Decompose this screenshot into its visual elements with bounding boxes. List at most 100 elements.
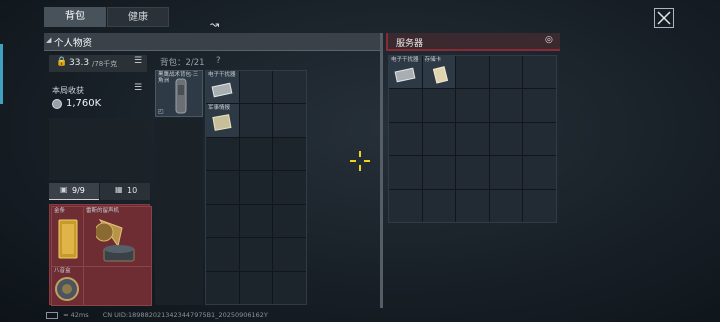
music-box-icon (55, 277, 79, 301)
gramophone-label: 雷斯的留声机 (86, 208, 120, 214)
briefcase-icon: ▣ (60, 185, 68, 194)
server-cell[interactable] (422, 156, 456, 189)
server-cell[interactable] (422, 89, 456, 122)
backpack-label: 背包：2/21 (160, 58, 205, 68)
backpack-cell[interactable] (239, 204, 273, 238)
backpack-cell[interactable] (273, 271, 306, 304)
server-cell[interactable] (523, 189, 556, 222)
server-cell[interactable] (456, 89, 489, 122)
backpack-cell[interactable] (239, 137, 273, 171)
music-box-item[interactable]: 八音盒 (51, 266, 84, 306)
server-cell[interactable] (422, 189, 456, 222)
weight-list-icon[interactable]: ☰ (134, 56, 142, 66)
wifi-icon: ≈ (63, 311, 69, 319)
backpack-expand-icon: ◰ (158, 108, 164, 115)
tab-backpack[interactable]: 背包 (44, 7, 106, 27)
backpack-cell[interactable] (206, 271, 239, 304)
left-edge-bar (0, 44, 3, 104)
server-cell[interactable] (523, 56, 556, 89)
server-title: 服务器 (396, 39, 424, 49)
weight-lock-icon: 🔒 (56, 57, 68, 67)
backpack-icon (175, 78, 187, 114)
header-divider (380, 33, 383, 308)
server-cell[interactable] (456, 122, 489, 156)
server-cell[interactable] (489, 189, 523, 222)
personal-header: ◢ 个人物资 (44, 33, 383, 51)
close-icon (657, 11, 671, 25)
server-grid: 电子干扰器 存储卡 (388, 55, 557, 223)
backpack-left-bg (155, 118, 203, 305)
server-cell-memory-card[interactable]: 存储卡 (422, 56, 456, 89)
intel-icon (212, 114, 232, 132)
jammer-icon (394, 67, 416, 83)
backpack-cell[interactable] (273, 104, 306, 137)
backpack-cell[interactable] (273, 171, 306, 204)
backpack-cell[interactable] (239, 71, 273, 104)
backpack-cell[interactable] (239, 271, 273, 304)
music-box-label: 八音盒 (54, 268, 71, 274)
pouch-slots-value: 9/9 (72, 186, 85, 195)
backpack-cell[interactable] (273, 238, 306, 271)
server-cell[interactable] (456, 56, 489, 89)
backpack-cell[interactable] (239, 171, 273, 204)
backpack-cell[interactable] (239, 238, 273, 271)
left-column-bg (49, 118, 150, 180)
crosshair-icon (350, 151, 370, 171)
personal-title: 个人物资 (54, 38, 93, 49)
status-bar: ≈ 42ms CN UID:1898820213423447975B1_2025… (46, 311, 466, 322)
server-cell[interactable] (389, 156, 422, 189)
uid-text: CN UID:1898820213423447975B1_20250906162… (102, 311, 268, 319)
backpack-cell[interactable] (273, 204, 306, 238)
gold-bar-item[interactable]: 金条 (51, 206, 84, 267)
server-jammer-label: 电子干扰器 (391, 57, 419, 63)
pouch-count-value: 10 (127, 186, 138, 195)
backpack-cell[interactable] (273, 137, 306, 171)
location-pin-icon[interactable]: ◎ (545, 35, 553, 45)
server-cell[interactable] (389, 189, 422, 222)
box-icon: ▦ (115, 185, 123, 194)
crouch-icon: ↝ (210, 18, 220, 31)
backpack-grid: 电子干扰器 军事情报 (205, 70, 307, 305)
backpack-cell-jammer[interactable]: 电子干扰器 (206, 71, 239, 104)
server-cell-jammer[interactable]: 电子干扰器 (389, 56, 422, 89)
pouch-empty-cell[interactable] (83, 266, 152, 306)
backpack-help-icon[interactable]: ? (216, 56, 221, 66)
backpack-cell[interactable] (206, 204, 239, 238)
server-cell[interactable] (523, 89, 556, 122)
backpack-cell[interactable] (206, 171, 239, 204)
ping-value: 42ms (70, 311, 89, 319)
pouch-tab-slots[interactable]: ▣ 9/9 (49, 183, 99, 200)
gold-bar-icon (58, 219, 78, 259)
close-button[interactable] (654, 8, 674, 28)
backpack-equip-slot[interactable]: 黑鹰战术背包·三角洲 ◰ (155, 70, 203, 117)
backpack-cell[interactable] (206, 137, 239, 171)
server-cell[interactable] (523, 122, 556, 156)
gramophone-icon (96, 218, 135, 262)
backpack-cell[interactable] (273, 71, 306, 104)
battery-icon (46, 311, 58, 319)
server-cell[interactable] (422, 122, 456, 156)
server-cell[interactable] (489, 156, 523, 189)
coin-icon (52, 99, 62, 109)
backpack-intel-label: 军事情报 (208, 105, 231, 112)
income-list-icon[interactable]: ☰ (134, 83, 142, 93)
gramophone-item[interactable]: 雷斯的留声机 (83, 206, 152, 267)
server-cell[interactable] (456, 156, 489, 189)
server-cell[interactable] (389, 89, 422, 122)
server-cell[interactable] (523, 156, 556, 189)
pouch-tab-count[interactable]: ▦ 10 (100, 183, 150, 200)
backpack-cell[interactable] (239, 104, 273, 137)
gold-bar-label: 金条 (54, 208, 66, 214)
server-header: 服务器 ◎ (386, 33, 560, 51)
server-cell[interactable] (489, 89, 523, 122)
tab-health[interactable]: 健康 (107, 7, 169, 27)
server-cell[interactable] (456, 189, 489, 222)
server-cell[interactable] (489, 122, 523, 156)
backpack-cell[interactable] (206, 238, 239, 271)
server-memory-card-label: 存储卡 (424, 57, 442, 63)
backpack-cell-intel[interactable]: 军事情报 (206, 104, 239, 137)
server-cell[interactable] (489, 56, 523, 89)
jammer-icon (211, 82, 233, 98)
server-cell[interactable] (389, 122, 422, 156)
weight-row: 🔒 33.3 /78千克 ☰ (49, 55, 147, 72)
